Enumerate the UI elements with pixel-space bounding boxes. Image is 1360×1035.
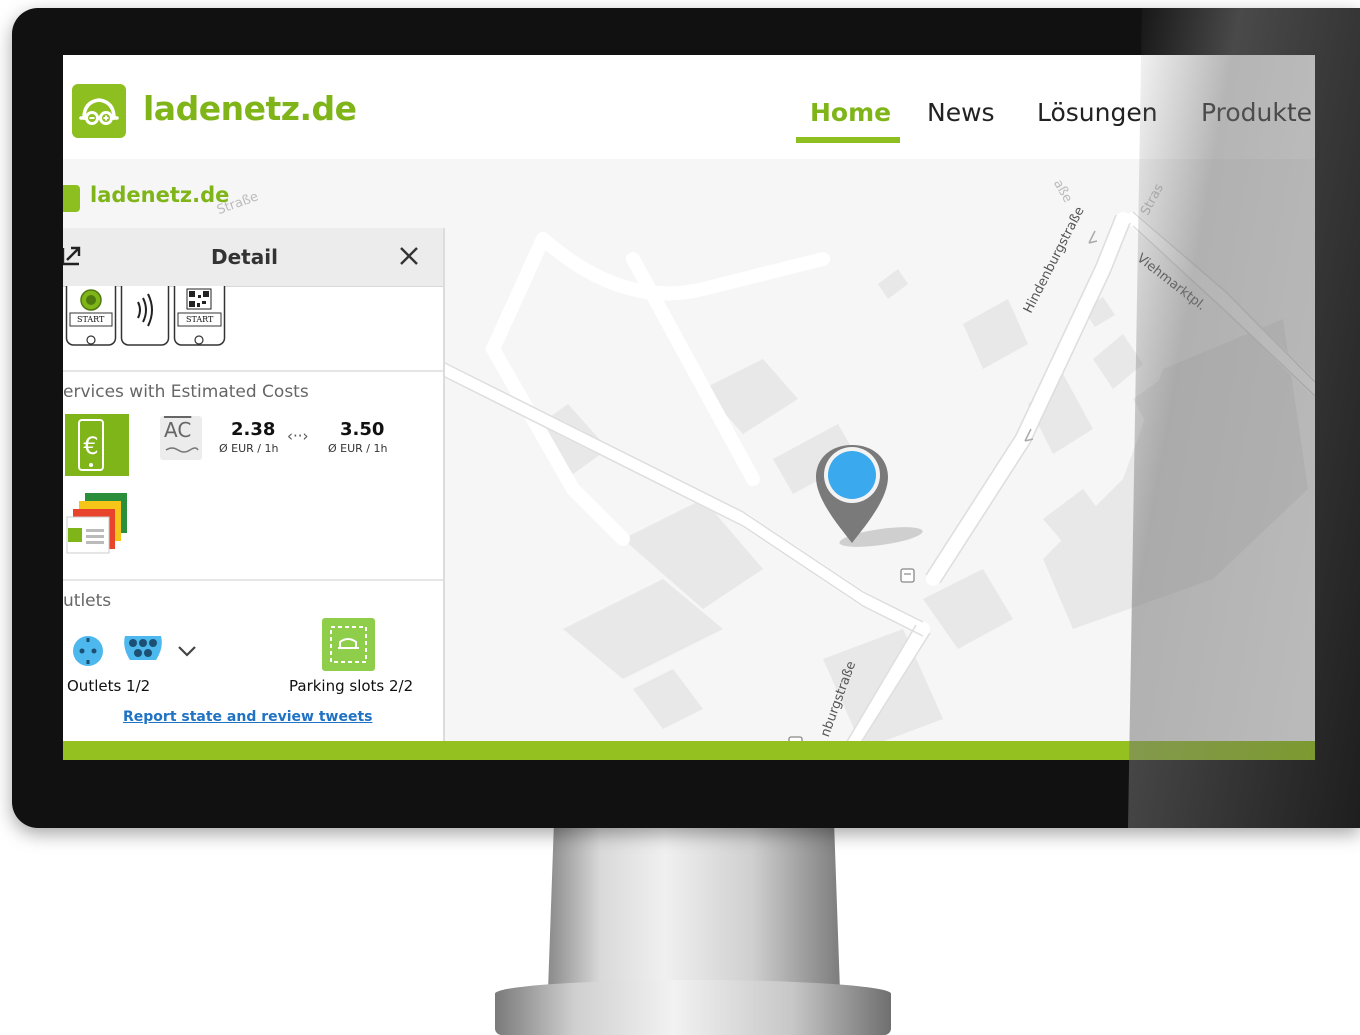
start-app-icon: START	[65, 279, 117, 348]
detail-panel: Detail START START ervices with Estimate…	[63, 228, 445, 760]
outlets-section-label: utlets	[63, 591, 112, 611]
price-max: 3.50	[340, 419, 385, 440]
detail-panel-header: Detail	[63, 228, 443, 287]
divider-2	[63, 579, 443, 581]
parking-caption: Parking slots 2/2	[289, 677, 414, 695]
ac-current-icon: AC	[160, 416, 202, 460]
qr-start-label: START	[186, 315, 214, 324]
nav-produkte[interactable]: Produkte	[1201, 98, 1312, 127]
nav-loesungen[interactable]: Lösungen	[1037, 98, 1158, 127]
parking-slot-icon	[322, 618, 375, 671]
monitor-screen: ladenetz.de Home News Lösungen Produkte	[63, 55, 1315, 760]
charging-station-marker[interactable]	[808, 439, 896, 549]
detail-title: Detail	[211, 245, 278, 269]
qr-start-icon: START	[173, 279, 226, 348]
monitor-stand-neck	[548, 826, 840, 991]
start-app-label: START	[77, 315, 105, 324]
map-logo-icon	[63, 185, 80, 212]
price-range-icon: ‹··›	[287, 427, 309, 445]
tariff-cards-icon	[65, 491, 129, 555]
open-external-icon[interactable]	[63, 243, 83, 267]
nav-home[interactable]: Home	[810, 98, 891, 127]
svg-text:€: €	[83, 432, 98, 460]
monitor-stand-base	[495, 980, 891, 1035]
report-state-link[interactable]: Report state and review tweets	[123, 709, 373, 725]
close-icon[interactable]	[397, 244, 421, 268]
chevron-down-icon[interactable]	[175, 639, 199, 663]
price-min: 2.38	[231, 419, 276, 440]
map-logo-text: ladenetz.de	[90, 183, 230, 207]
payment-app-euro-icon: €	[65, 414, 129, 476]
divider-1	[63, 370, 443, 372]
price-min-unit: Ø EUR / 1h	[219, 442, 279, 455]
logo-car-icon[interactable]	[72, 84, 126, 138]
price-max-unit: Ø EUR / 1h	[328, 442, 388, 455]
services-section-label: ervices with Estimated Costs	[63, 382, 309, 402]
nav-active-underline	[796, 137, 900, 143]
outlets-caption: Outlets 1/2	[67, 677, 151, 695]
type2-outlet-icon[interactable]	[120, 630, 166, 666]
schuko-outlet-icon[interactable]	[71, 634, 105, 668]
rfid-icon	[120, 279, 170, 348]
site-header: ladenetz.de Home News Lösungen Produkte	[63, 55, 1315, 161]
footer-green-bar	[63, 741, 1315, 760]
nav-news[interactable]: News	[927, 98, 995, 127]
site-logo-text[interactable]: ladenetz.de	[143, 89, 357, 128]
